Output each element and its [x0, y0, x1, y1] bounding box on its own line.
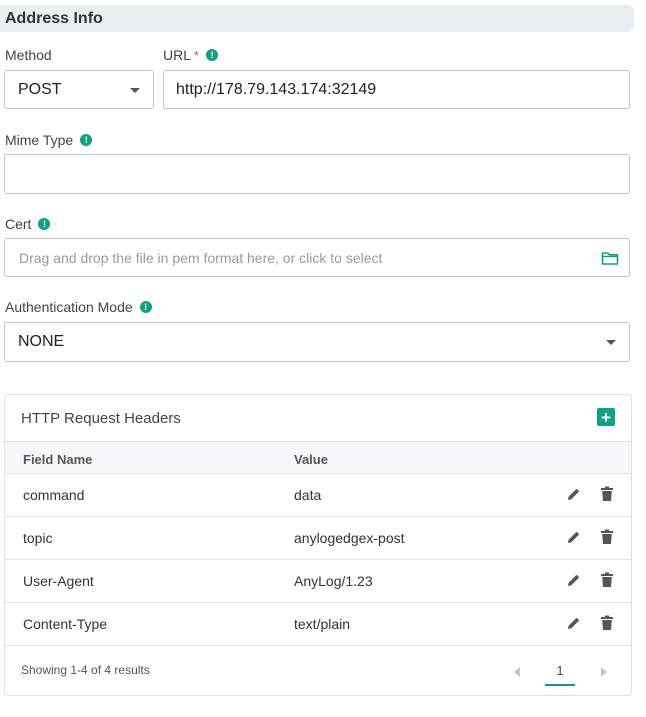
row-field: User-Agent — [23, 573, 94, 589]
headers-table-card: HTTP Request Headers + Field Name Value … — [4, 394, 632, 696]
url-label-wrap: URL * ! — [163, 47, 219, 63]
delete-icon[interactable] — [600, 529, 614, 545]
table-row: Content-Type text/plain — [5, 603, 631, 646]
chevron-right-icon[interactable] — [601, 667, 607, 677]
cert-label: Cert — [5, 216, 32, 232]
table-header: Field Name Value — [5, 441, 631, 474]
required-mark: * — [194, 47, 200, 63]
edit-icon[interactable] — [566, 529, 582, 545]
method-label: Method — [5, 47, 52, 63]
cert-label-wrap: Cert ! — [5, 216, 51, 232]
method-label-wrap: Method — [5, 47, 52, 63]
headers-table-title: HTTP Request Headers — [21, 410, 181, 427]
section-title: Address Info — [0, 5, 634, 32]
auth-label-wrap: Authentication Mode ! — [5, 299, 152, 315]
row-value: data — [294, 487, 322, 503]
info-icon[interactable]: ! — [80, 134, 93, 146]
auth-value: NONE — [18, 333, 65, 350]
page-number[interactable]: 1 — [545, 663, 575, 686]
caret-down-icon — [606, 340, 616, 345]
mime-label: Mime Type — [5, 132, 74, 148]
edit-icon[interactable] — [566, 615, 582, 631]
column-header-field-name[interactable]: Field Name — [23, 452, 92, 467]
table-row: topic anylogedgex-post — [5, 517, 631, 560]
info-icon[interactable]: ! — [139, 301, 152, 313]
method-select[interactable]: POST — [4, 70, 154, 109]
edit-icon[interactable] — [566, 572, 582, 588]
delete-icon[interactable] — [600, 486, 614, 502]
row-value: anylogedgex-post — [294, 530, 405, 546]
cert-dropzone[interactable]: Drag and drop the file in pem format her… — [4, 238, 630, 277]
info-icon[interactable]: ! — [38, 218, 51, 230]
add-header-button[interactable]: + — [597, 408, 615, 426]
column-header-value[interactable]: Value — [294, 452, 328, 467]
caret-down-icon — [130, 87, 140, 93]
table-row: command data — [5, 474, 631, 517]
mime-type-input[interactable] — [4, 154, 630, 194]
row-value: text/plain — [294, 616, 351, 632]
delete-icon[interactable] — [600, 615, 614, 631]
info-icon[interactable]: ! — [206, 49, 219, 61]
auth-mode-select[interactable]: NONE — [4, 322, 630, 362]
results-summary: Showing 1-4 of 4 results — [21, 663, 150, 677]
folder-icon[interactable] — [601, 250, 619, 266]
row-field: topic — [23, 530, 53, 546]
row-value: AnyLog/1.23 — [294, 573, 373, 589]
mime-label-wrap: Mime Type ! — [5, 132, 93, 148]
cert-placeholder: Drag and drop the file in pem format her… — [19, 249, 383, 266]
url-input[interactable]: http://178.79.143.174:32149 — [163, 70, 630, 109]
delete-icon[interactable] — [600, 572, 614, 588]
edit-icon[interactable] — [566, 486, 582, 502]
url-value: http://178.79.143.174:32149 — [176, 80, 377, 98]
url-label: URL — [163, 47, 192, 63]
auth-label: Authentication Mode — [5, 299, 133, 315]
chevron-left-icon[interactable] — [514, 667, 520, 677]
row-field: Content-Type — [23, 616, 108, 632]
row-field: command — [23, 487, 85, 503]
method-value: POST — [18, 80, 62, 98]
table-row: User-Agent AnyLog/1.23 — [5, 560, 631, 603]
